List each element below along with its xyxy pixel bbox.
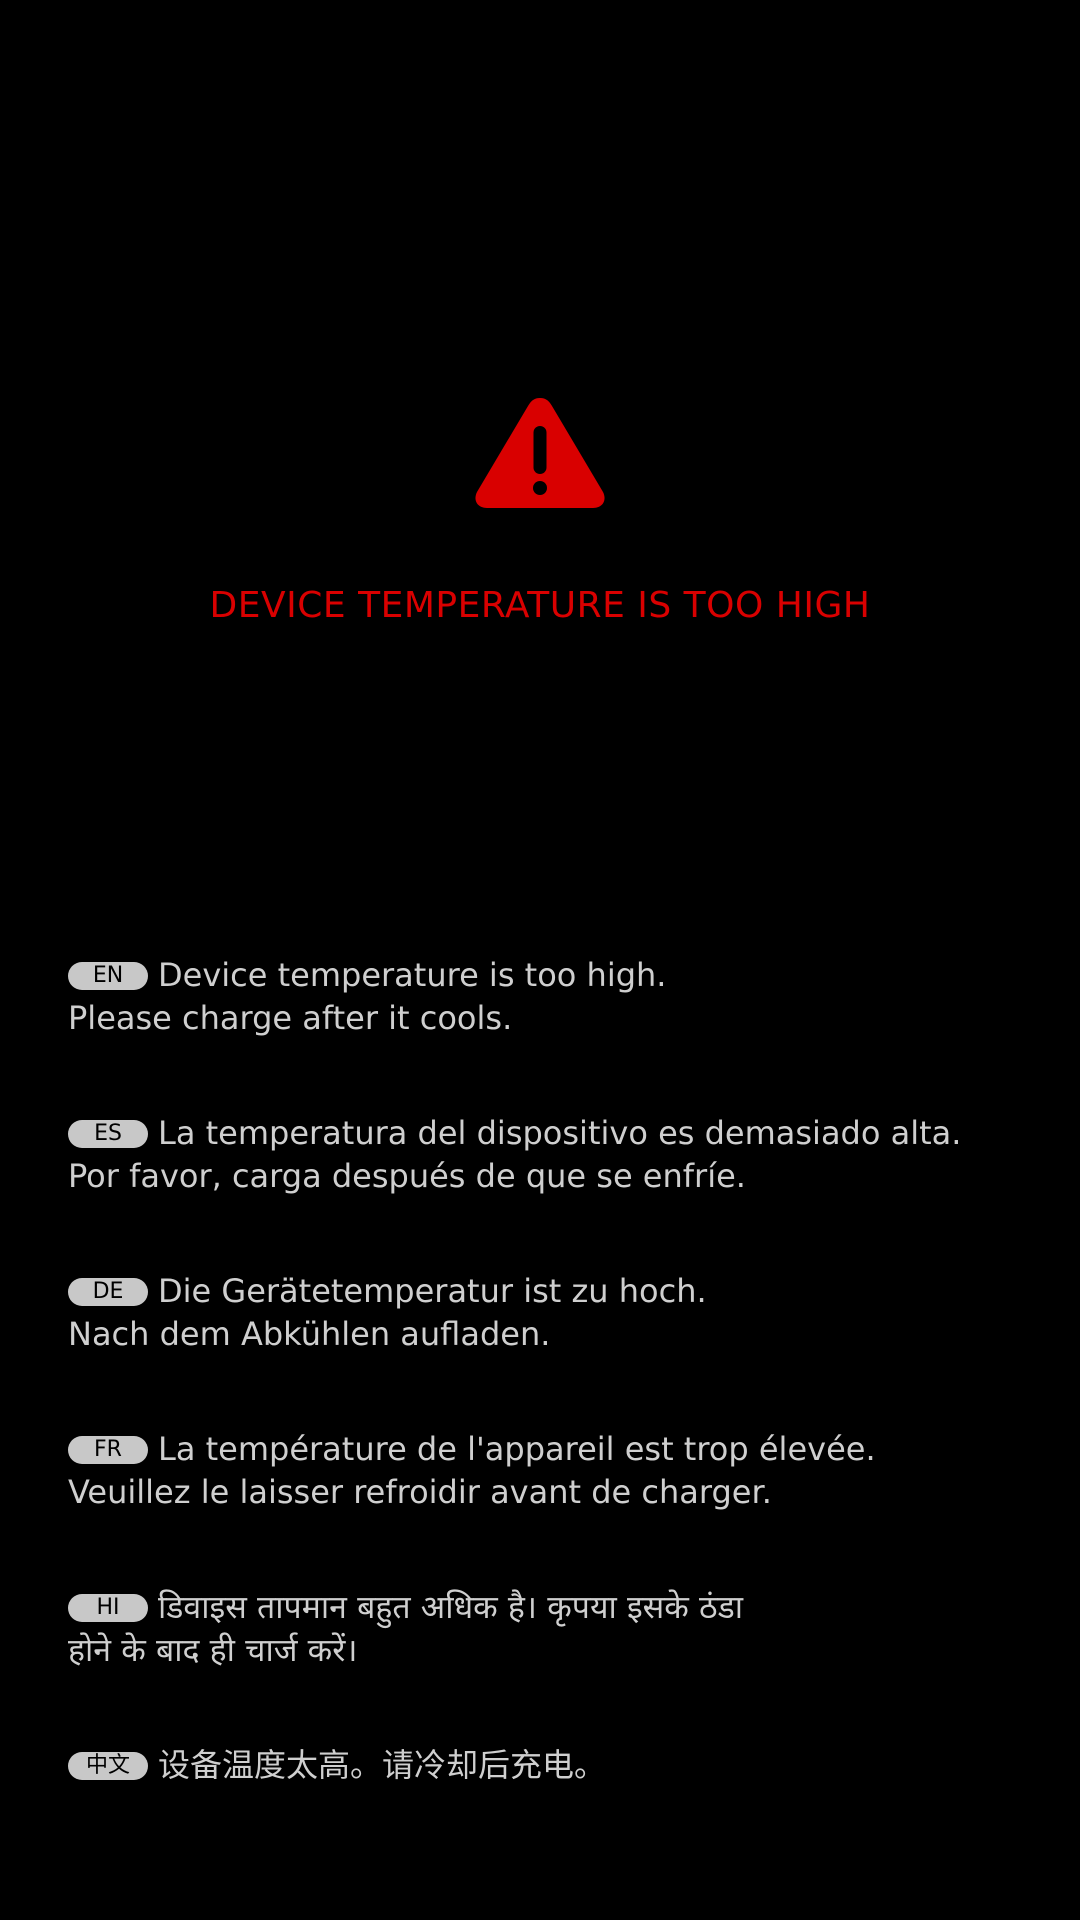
message-text: Device temperature is too high.	[158, 956, 667, 994]
message-text: La temperatura del dispositivo es demasi…	[158, 1114, 962, 1152]
language-badge-de: DE	[68, 1278, 148, 1306]
message-line-2: Nach dem Abkühlen aufladen.	[68, 1315, 551, 1353]
message-line-1: 中文 设备温度太高。请冷却后充电。	[68, 1744, 1028, 1787]
language-badge-es: ES	[68, 1120, 148, 1148]
message-line-2: Please charge after it cools.	[68, 999, 513, 1037]
message-text: La température de l'appareil est trop él…	[158, 1430, 876, 1468]
message-text: Die Gerätetemperatur ist zu hoch.	[158, 1272, 707, 1310]
language-badge-zh: 中文	[68, 1752, 148, 1780]
message-line-2: होने के बाद ही चार्ज करें।	[68, 1631, 358, 1669]
message-hi: HI डिवाइस तापमान बहुत अधिक है। कृपया इसके…	[68, 1586, 1028, 1672]
message-fr: FR La température de l'appareil est trop …	[68, 1428, 1028, 1514]
language-badge-fr: FR	[68, 1436, 148, 1464]
alert-headline: DEVICE TEMPERATURE IS TOO HIGH	[209, 585, 871, 626]
message-en: EN Device temperature is too high. Please…	[68, 954, 1028, 1040]
message-de: DE Die Gerätetemperatur ist zu hoch. Nach…	[68, 1270, 1028, 1356]
message-line-1: ES La temperatura del dispositivo es dema…	[68, 1112, 1028, 1155]
message-line-1: EN Device temperature is too high.	[68, 954, 1028, 997]
message-line-1: DE Die Gerätetemperatur ist zu hoch.	[68, 1270, 1028, 1313]
message-text: 设备温度太高。请冷却后充电。	[158, 1746, 607, 1784]
message-text: डिवाइस तापमान बहुत अधिक है। कृपया इसके ठ…	[158, 1588, 744, 1626]
language-badge-hi: HI	[68, 1594, 148, 1622]
warning-triangle-icon	[475, 398, 605, 508]
message-line-2: Veuillez le laisser refroidir avant de c…	[68, 1473, 772, 1511]
message-line-2: Por favor, carga después de que se enfrí…	[68, 1157, 746, 1195]
message-line-1: HI डिवाइस तापमान बहुत अधिक है। कृपया इसके…	[68, 1586, 1028, 1629]
message-es: ES La temperatura del dispositivo es dema…	[68, 1112, 1028, 1198]
language-badge-en: EN	[68, 962, 148, 990]
message-line-1: FR La température de l'appareil est trop …	[68, 1428, 1028, 1471]
message-zh: 中文 设备温度太高。请冷却后充电。	[68, 1744, 1028, 1787]
